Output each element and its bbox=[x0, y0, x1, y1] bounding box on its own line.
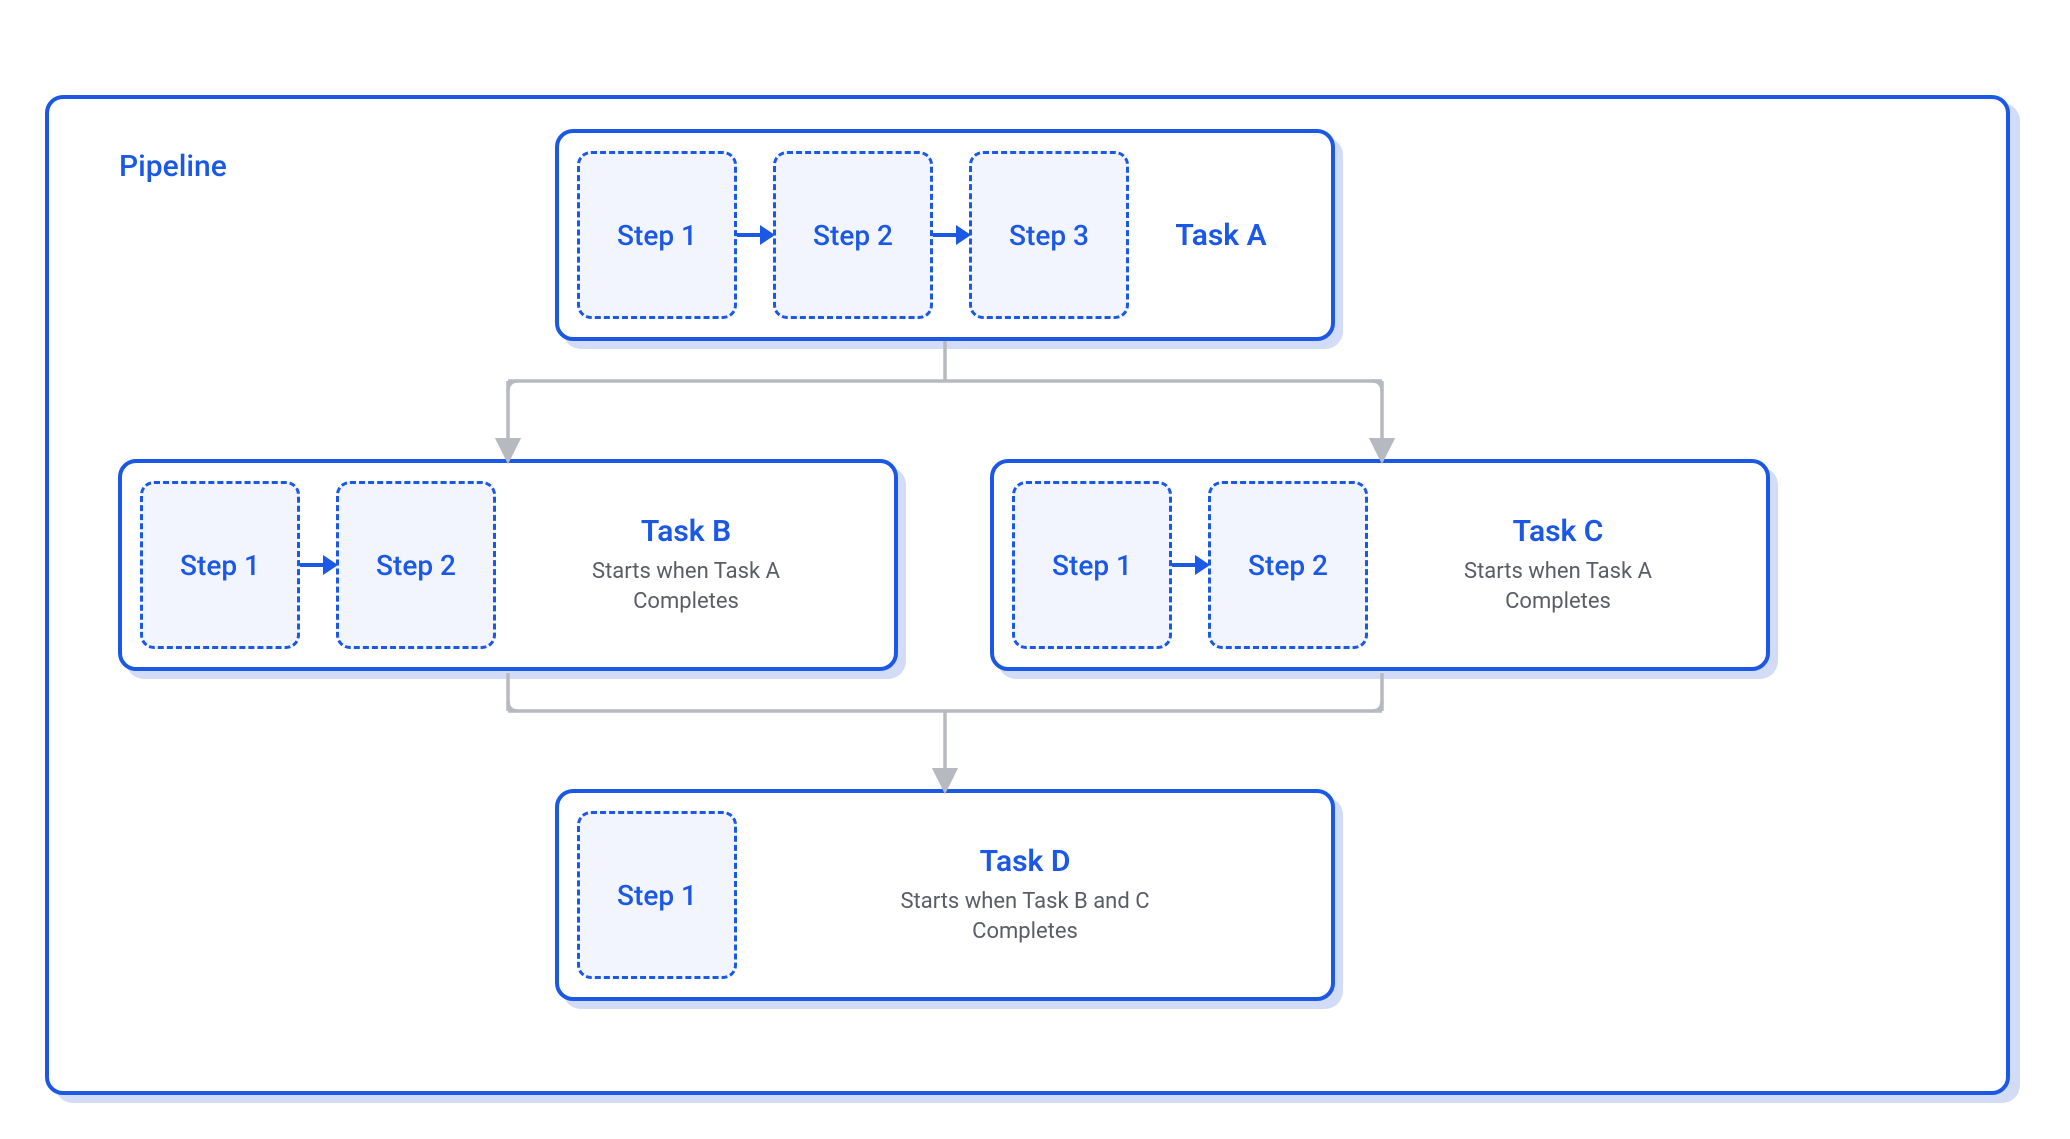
step-box: Step 1 bbox=[1012, 481, 1172, 649]
task-subtitle: Starts when Task A Completes bbox=[592, 557, 780, 616]
task-a-steps: Step 1 Step 2 Step 3 bbox=[577, 151, 1129, 319]
step-box: Step 1 bbox=[140, 481, 300, 649]
task-c: Step 1 Step 2 Task C Starts when Task A … bbox=[990, 459, 1770, 671]
step-box: Step 1 bbox=[577, 811, 737, 979]
task-d-steps: Step 1 bbox=[577, 811, 737, 979]
task-b: Step 1 Step 2 Task B Starts when Task A … bbox=[118, 459, 898, 671]
task-c-steps: Step 1 Step 2 bbox=[1012, 481, 1368, 649]
pipeline-title: Pipeline bbox=[119, 149, 227, 184]
task-title: Task B bbox=[641, 514, 731, 549]
task-title: Task D bbox=[980, 844, 1071, 879]
arrow-right-icon bbox=[929, 221, 973, 249]
task-title: Task A bbox=[1175, 218, 1266, 253]
task-d-label-area: Task D Starts when Task B and C Complete… bbox=[737, 811, 1313, 979]
step-box: Step 1 bbox=[577, 151, 737, 319]
task-d: Step 1 Task D Starts when Task B and C C… bbox=[555, 789, 1335, 1001]
arrow-right-icon bbox=[733, 221, 777, 249]
task-b-steps: Step 1 Step 2 bbox=[140, 481, 496, 649]
task-a-label-area: Task A bbox=[1129, 151, 1313, 319]
task-b-label-area: Task B Starts when Task A Completes bbox=[496, 481, 876, 649]
step-box: Step 2 bbox=[336, 481, 496, 649]
task-title: Task C bbox=[1513, 514, 1604, 549]
arrow-right-icon bbox=[296, 551, 340, 579]
task-subtitle: Starts when Task B and C Completes bbox=[900, 887, 1149, 946]
task-subtitle: Starts when Task A Completes bbox=[1464, 557, 1652, 616]
step-box: Step 3 bbox=[969, 151, 1129, 319]
task-a: Step 1 Step 2 Step 3 Task A bbox=[555, 129, 1335, 341]
step-box: Step 2 bbox=[1208, 481, 1368, 649]
task-c-label-area: Task C Starts when Task A Completes bbox=[1368, 481, 1748, 649]
step-box: Step 2 bbox=[773, 151, 933, 319]
arrow-right-icon bbox=[1168, 551, 1212, 579]
